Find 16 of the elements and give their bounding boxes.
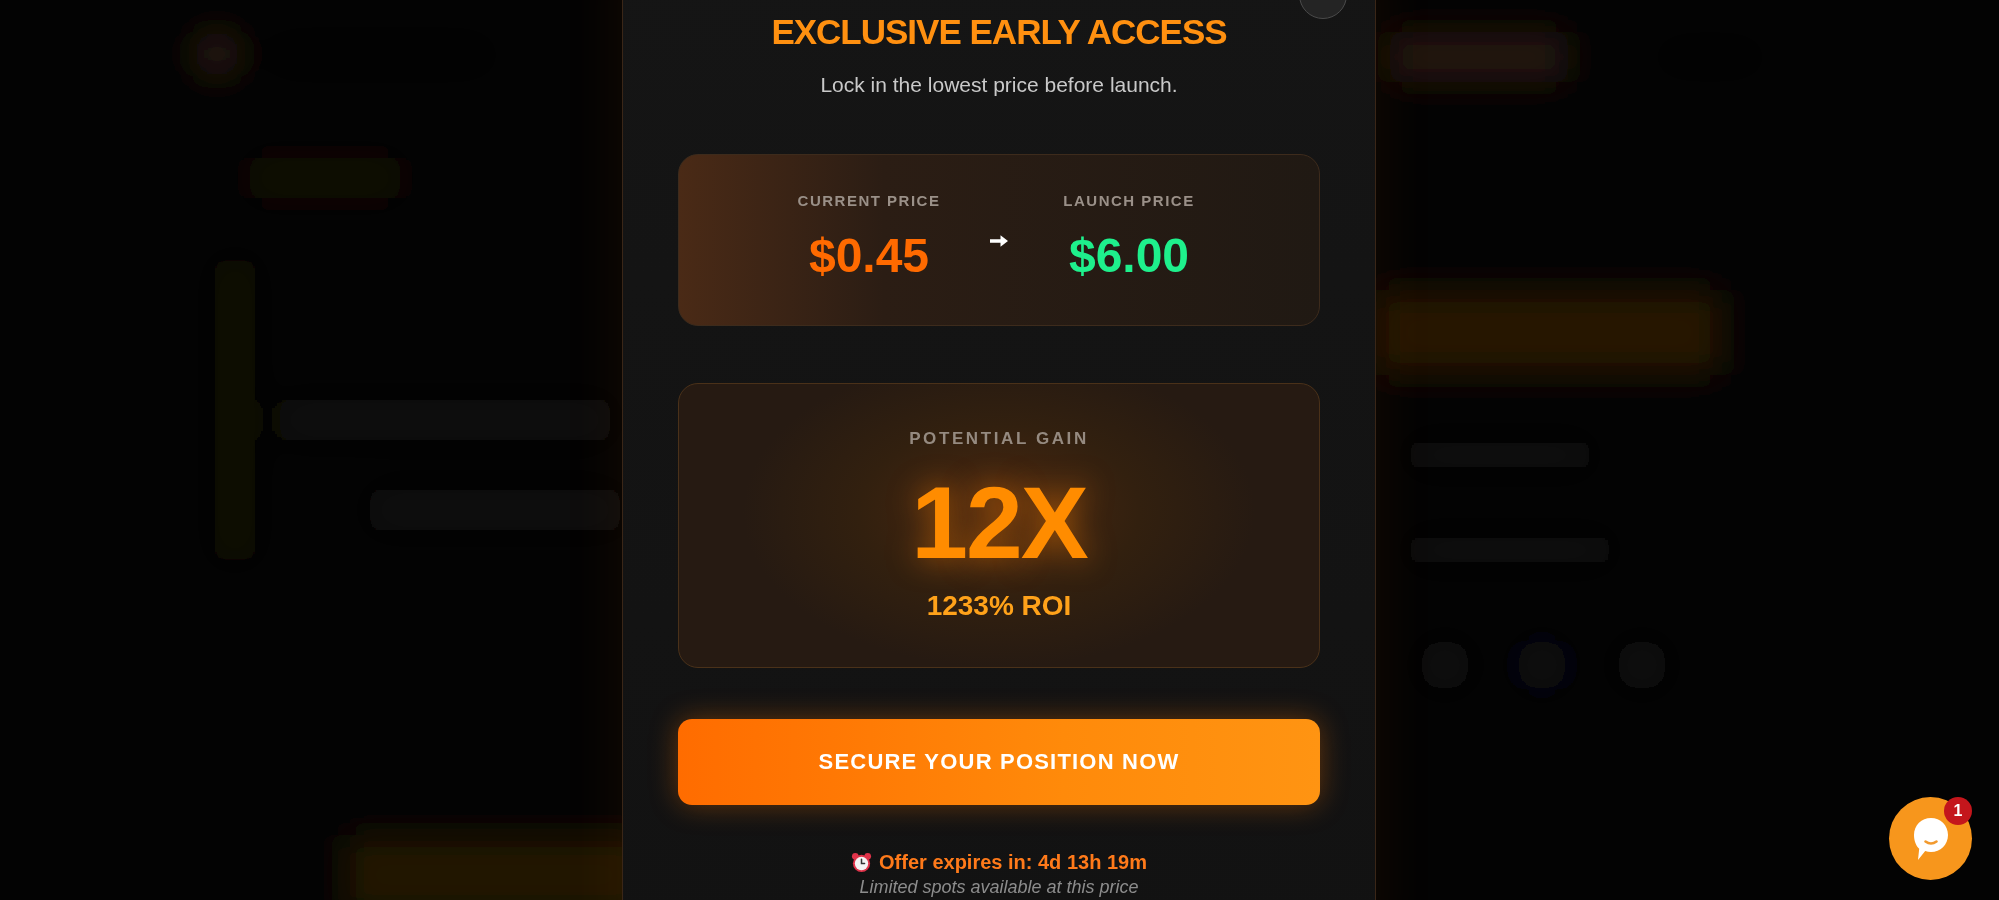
gain-label: POTENTIAL GAIN: [909, 429, 1089, 449]
unread-badge: 1: [1944, 797, 1972, 825]
price-label: LAUNCH PRICE: [1063, 192, 1195, 210]
price-value: $0.45: [808, 228, 930, 284]
price-value: $6.00: [1068, 228, 1190, 284]
chat-button[interactable]: 1: [1889, 797, 1972, 880]
limited-spots-note: Limited spots available at this price: [859, 877, 1139, 898]
roi-text: 1233% ROI: [926, 589, 1072, 623]
modal-title: EXCLUSIVE EARLY ACCESS: [771, 11, 1227, 52]
alarm-clock-icon: [851, 851, 873, 873]
chat-bubble-icon: [1912, 816, 1949, 861]
right-arrow-icon: [989, 234, 1009, 248]
price-label: CURRENT PRICE: [797, 192, 941, 210]
countdown-text: Offer expires in: 4d 13h 19m: [879, 850, 1147, 874]
gain-multiplier: 12X: [911, 472, 1087, 574]
modal-subtitle: Lock in the lowest price before launch.: [820, 73, 1178, 97]
